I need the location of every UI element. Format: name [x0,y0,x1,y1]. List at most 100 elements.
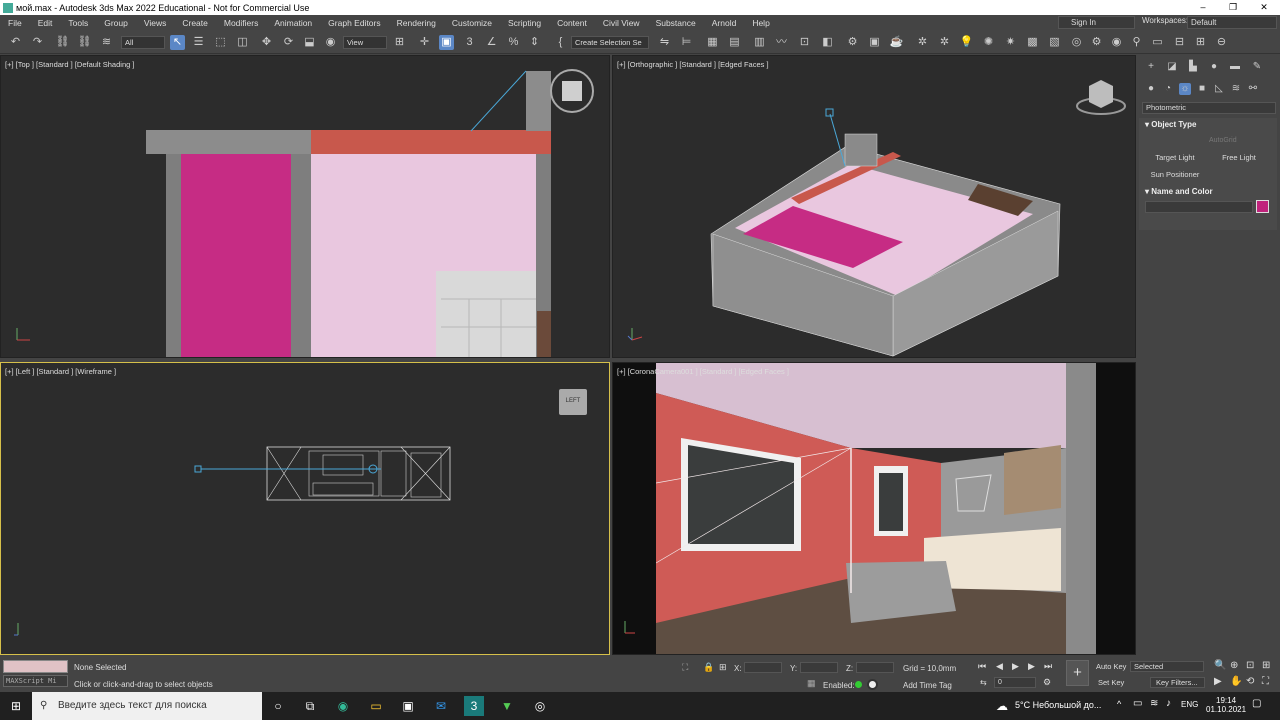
maximize-viewport-icon[interactable]: ⛶ [1262,676,1269,687]
weather-text[interactable]: 5°C Небольшой до... [1015,700,1101,710]
undo-icon[interactable]: ↶ [8,35,23,50]
play-icon[interactable]: ▶ [1012,661,1019,672]
menu-civil-view[interactable]: Civil View [595,18,648,28]
schematic-view-icon[interactable]: ⊡ [797,35,812,50]
fov-icon[interactable]: ▶ [1214,676,1222,687]
menu-graph-editors[interactable]: Graph Editors [320,18,388,28]
auto-key-button[interactable]: Auto Key [1096,662,1126,671]
hierarchy-tab-icon[interactable]: ▙ [1187,61,1199,73]
scale-icon[interactable]: ⬓ [302,35,317,50]
time-config-icon[interactable]: ⚙ [1043,677,1051,688]
mail-icon[interactable]: ✉ [431,696,451,716]
spinner-snap-icon[interactable]: ⇕ [527,35,542,50]
viewcube-left-icon[interactable]: LEFT [559,389,587,415]
maxscript-mini-listener[interactable]: MAXScript Mi [3,675,68,687]
tray-chevron-icon[interactable]: ^ [1117,699,1121,709]
render-icon[interactable]: ☕ [889,35,904,50]
menu-edit[interactable]: Edit [30,18,61,28]
viewport-orthographic[interactable]: [+] [Orthographic ] [Standard ] [Edged F… [612,55,1136,358]
selection-set-dropdown[interactable]: Create Selection Se [571,36,649,49]
menu-substance[interactable]: Substance [648,18,704,28]
scene-explorer-icon[interactable]: ▦ [705,35,720,50]
link-icon[interactable]: ⛓ [55,35,70,50]
time-tag-toggle[interactable] [867,679,878,690]
space-warps-icon[interactable]: ≋ [1230,83,1242,95]
key-set-dropdown[interactable]: Selected [1130,661,1204,672]
viewport-config-icon[interactable]: ⊟ [1172,35,1187,50]
zoom-icon[interactable]: 🔍 [1214,660,1226,671]
material-editor-icon[interactable]: ◧ [820,35,835,50]
store-icon[interactable]: ▣ [398,696,418,716]
window-crossing-icon[interactable]: ◫ [235,35,250,50]
viewport-left-label[interactable]: [+] [Left ] [Standard ] [Wireframe ] [5,367,116,376]
go-to-start-icon[interactable]: ⏮ [978,661,986,672]
object-name-field[interactable] [1145,201,1253,213]
prev-frame-icon[interactable]: ◀ [996,661,1003,672]
rotate-icon[interactable]: ⟳ [281,35,296,50]
redo-icon[interactable]: ↷ [30,35,45,50]
menu-arnold[interactable]: Arnold [704,18,745,28]
windows-start-icon[interactable]: ⊞ [6,696,26,716]
x-coordinate-field[interactable] [744,662,782,673]
corona-vfb-icon[interactable]: ▧ [1047,35,1062,50]
menu-modifiers[interactable]: Modifiers [216,18,266,28]
language-indicator[interactable]: ENG [1181,700,1198,709]
zoom-extents-all-icon[interactable]: ⊞ [1262,660,1270,671]
free-light-button[interactable]: Free Light [1211,151,1267,164]
notifications-icon[interactable]: ▢ [1252,698,1261,709]
viewcube-ortho-icon[interactable] [1075,76,1127,118]
corona-sun-icon[interactable]: ✺ [981,35,996,50]
render-setup-icon[interactable]: ⚙ [845,35,860,50]
workspace-dropdown[interactable]: Default [1187,16,1277,29]
set-key-icon[interactable]: + [1066,660,1089,686]
set-key-button[interactable]: Set Key [1098,678,1124,687]
target-light-button[interactable]: Target Light [1147,151,1203,164]
pan-icon[interactable]: ✋ [1230,676,1242,687]
ref-coord-dropdown[interactable]: View [343,36,387,49]
category-dropdown[interactable]: Photometric [1142,102,1276,114]
menu-group[interactable]: Group [96,18,136,28]
app-taskbar-icon[interactable]: ▼ [497,696,517,716]
rect-selection-icon[interactable]: ⬚ [213,35,228,50]
key-mode-icon[interactable]: ⇆ [980,678,987,687]
wifi-icon[interactable]: ≋ [1150,698,1158,709]
select-by-name-icon[interactable]: ☰ [191,35,206,50]
corona-tool-3-icon[interactable]: ✷ [1003,35,1018,50]
ribbon-icon[interactable]: ▥ [752,35,767,50]
enabled-indicator[interactable] [855,681,862,688]
helpers-icon[interactable]: ◺ [1213,83,1225,95]
curve-editor-icon[interactable]: 〰 [774,35,789,50]
task-view-icon[interactable]: ⧉ [300,696,320,716]
layer-explorer-icon[interactable]: ▤ [727,35,742,50]
z-coordinate-field[interactable] [856,662,894,673]
next-frame-icon[interactable]: ▶ [1028,661,1035,672]
clock[interactable]: 19:14 01.10.2021 [1206,696,1246,714]
corona-tool-1-icon[interactable]: ✲ [915,35,930,50]
transform-type-in-icon[interactable]: ⊞ [719,662,727,673]
extra-tool-2-icon[interactable]: ⊖ [1214,35,1229,50]
viewport-top[interactable]: [+] [Top ] [Standard ] [Default Shading … [0,55,610,358]
mirror-icon[interactable]: ⇋ [657,35,672,50]
menu-animation[interactable]: Animation [266,18,320,28]
motion-tab-icon[interactable]: ● [1208,61,1220,73]
cortana-icon[interactable]: ○ [268,696,288,716]
viewport-camera-label[interactable]: [+] [CoronaCamera001 ] [Standard ] [Edge… [617,367,789,376]
utilities-tab-icon[interactable]: ✎ [1251,61,1263,73]
current-frame-field[interactable]: 0 [994,677,1036,688]
go-to-end-icon[interactable]: ⏭ [1044,661,1052,672]
key-filters-button[interactable]: Key Filters... [1150,677,1205,688]
menu-customize[interactable]: Customize [444,18,500,28]
menu-content[interactable]: Content [549,18,595,28]
named-selection-icon[interactable]: { [553,35,568,50]
add-time-tag-link[interactable]: Add Time Tag [903,681,952,690]
lock-selection-icon[interactable]: 🔒 [703,662,714,673]
file-explorer-icon[interactable]: ▭ [366,696,386,716]
lights-icon[interactable]: ☼ [1179,83,1191,95]
maxscript-listener-field[interactable] [3,660,68,673]
percent-snap-icon[interactable]: % [506,35,521,50]
isolate-icon[interactable]: ⛶ [682,662,688,673]
autogrid-checkbox[interactable]: AutoGrid [1209,137,1237,144]
menu-rendering[interactable]: Rendering [389,18,444,28]
snaps-toggle-icon[interactable]: 3 [462,35,477,50]
obs-icon[interactable]: ◎ [530,696,550,716]
